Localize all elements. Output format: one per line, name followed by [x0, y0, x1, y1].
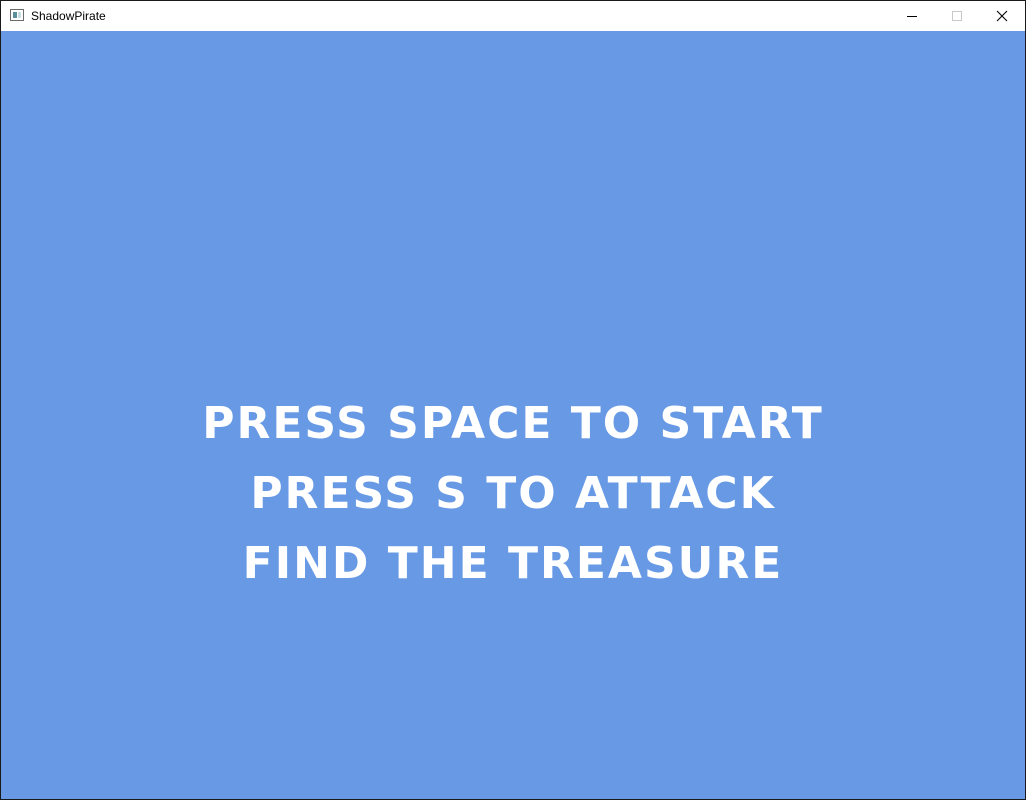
app-window: ShadowPirate PRESS SPACE TO START PRESS … — [0, 0, 1026, 800]
game-canvas[interactable]: PRESS SPACE TO START PRESS S TO ATTACK F… — [1, 31, 1025, 799]
app-window-icon — [10, 9, 24, 21]
maximize-button[interactable] — [934, 1, 980, 31]
maximize-icon — [952, 11, 962, 21]
title-bar[interactable]: ShadowPirate — [1, 1, 1025, 31]
start-screen-messages: PRESS SPACE TO START PRESS S TO ATTACK F… — [1, 389, 1025, 599]
minimize-button[interactable] — [889, 1, 935, 31]
attack-instruction-text: PRESS S TO ATTACK — [250, 468, 776, 519]
start-instruction-text: PRESS SPACE TO START — [202, 398, 824, 449]
window-title: ShadowPirate — [31, 9, 106, 23]
close-button[interactable] — [979, 1, 1025, 31]
close-icon — [996, 10, 1008, 22]
objective-text: FIND THE TREASURE — [242, 538, 784, 589]
minimize-icon — [907, 16, 917, 17]
